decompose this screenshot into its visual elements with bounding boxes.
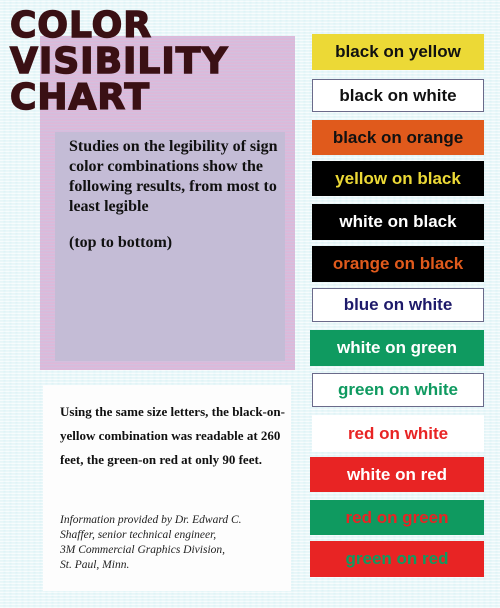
combination-chip: black on orange [312, 120, 484, 155]
credit-text: Information provided by Dr. Edward C. Sh… [60, 513, 290, 573]
combination-chip: red on green [310, 500, 484, 535]
combination-chip: orange on black [312, 246, 484, 282]
title-line-3: CHART [9, 77, 151, 118]
credit-line: Information provided by Dr. Edward C. [60, 514, 242, 526]
statistic-panel: Using the same size letters, the black-o… [43, 385, 291, 591]
statistic-text: Using the same size letters, the black-o… [60, 404, 285, 467]
combination-chip: green on white [312, 373, 484, 407]
combination-chip: white on black [312, 204, 484, 240]
combination-chip: blue on white [312, 288, 484, 322]
combination-chip: yellow on black [312, 161, 484, 196]
intro-note: (top to bottom) [69, 234, 173, 251]
combination-chip: white on red [310, 457, 484, 492]
combination-chip: white on green [310, 330, 484, 366]
credit-line: 3M Commercial Graphics Division, [60, 544, 226, 556]
combination-chip: black on white [312, 79, 484, 112]
intro-box: Studies on the legibility of sign color … [55, 132, 285, 361]
intro-text: Studies on the legibility of sign color … [69, 138, 278, 215]
chart-title: COLOR VISIBILITY CHART [9, 5, 229, 118]
title-line-1: COLOR [9, 5, 153, 46]
title-line-2: VISIBILITY [9, 41, 229, 82]
credit-line: St. Paul, Minn. [60, 559, 130, 571]
combination-chip: black on yellow [312, 34, 484, 70]
combination-chip: green on red [310, 541, 484, 577]
combination-chip: red on white [312, 415, 484, 452]
credit-line: Shaffer, senior technical engineer, [60, 529, 217, 541]
